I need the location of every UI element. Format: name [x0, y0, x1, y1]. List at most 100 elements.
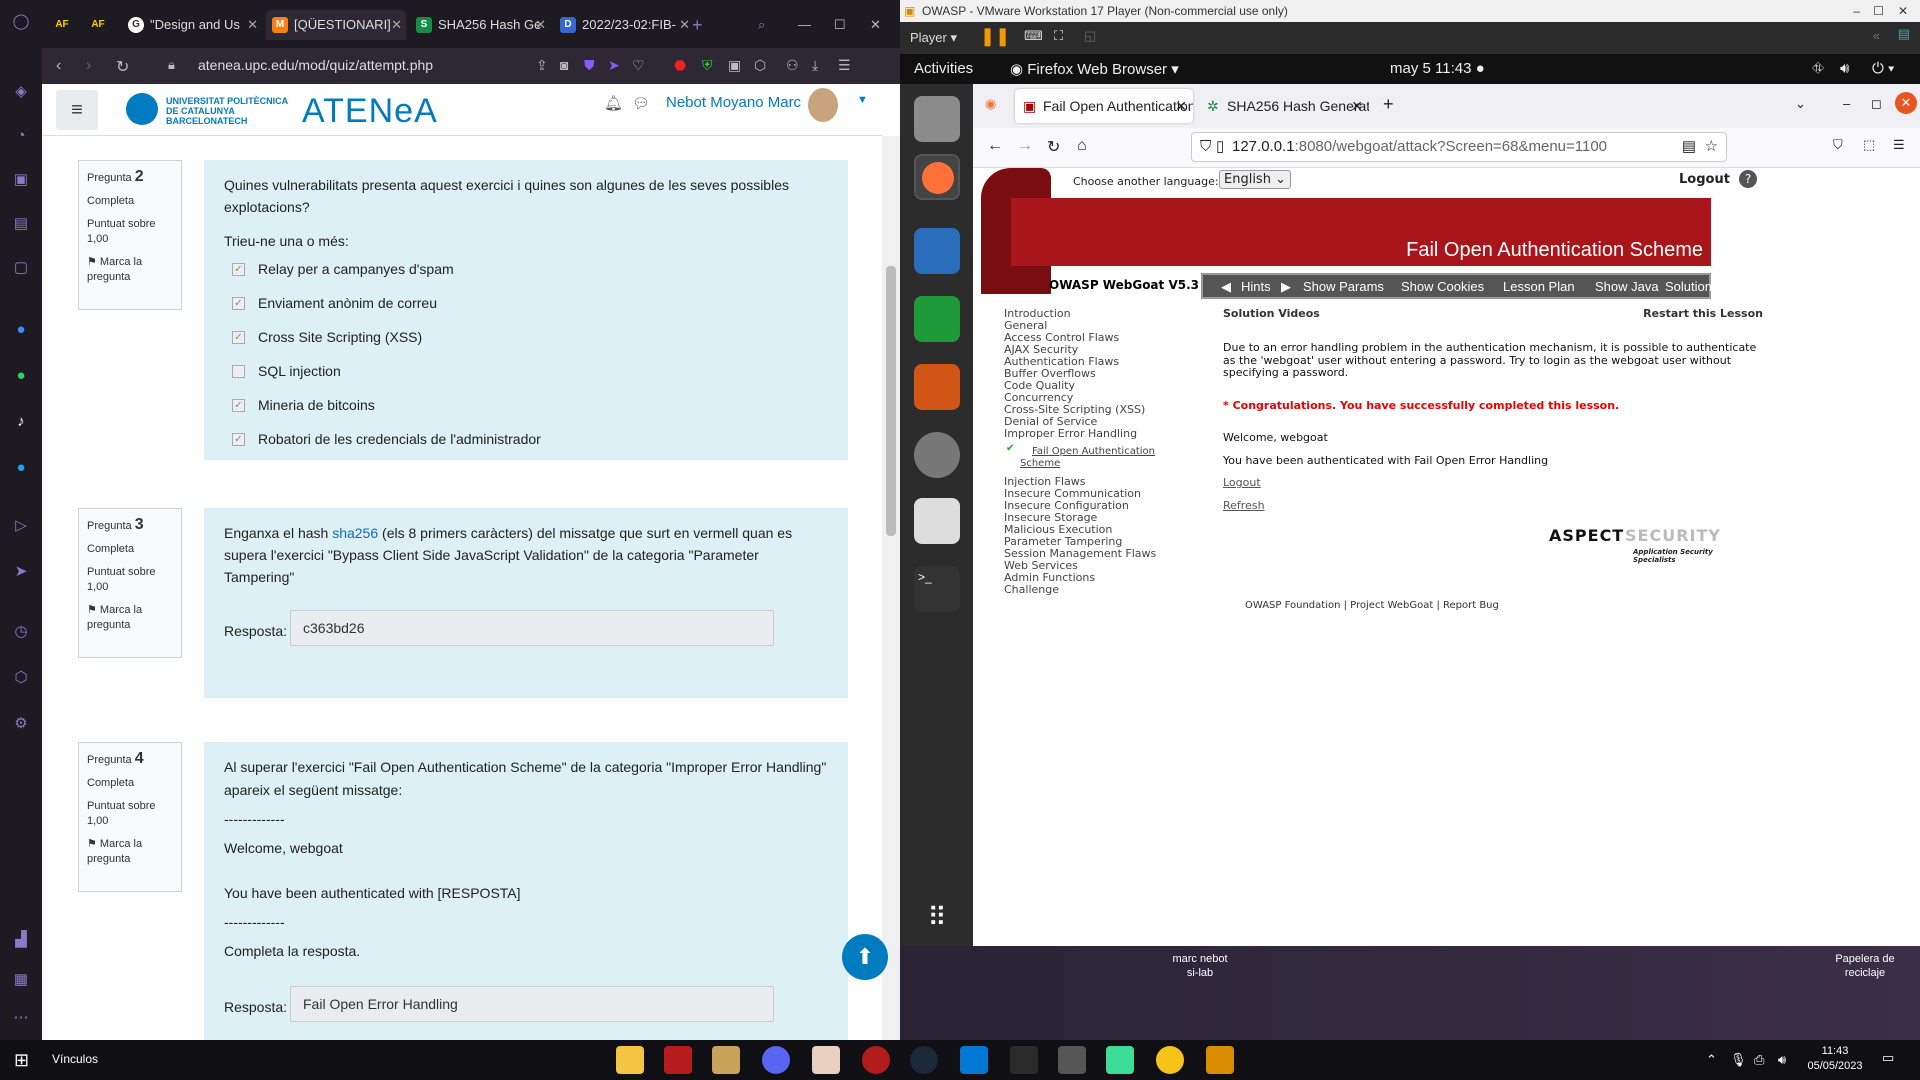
activities-button[interactable]: Activities — [914, 60, 973, 77]
send-keys-icon[interactable]: ⌨ — [1024, 28, 1043, 44]
menu-icon[interactable]: ☰ — [838, 57, 851, 74]
account-icon[interactable]: ⚇ — [786, 57, 799, 74]
chevron-down-icon[interactable]: ▼ — [857, 94, 868, 106]
message-icon[interactable]: ▤ — [1898, 26, 1910, 42]
extensions-icon[interactable]: ⬡ — [754, 57, 766, 74]
links-toolbar[interactable]: Vínculos — [52, 1052, 98, 1066]
flag-question[interactable]: ⚑ Marca la pregunta — [87, 255, 173, 285]
app-icon[interactable] — [1156, 1046, 1184, 1074]
vscode-icon[interactable] — [960, 1046, 988, 1074]
network-icon[interactable]: ⛗ — [1812, 60, 1824, 77]
language-select[interactable]: English ⌄ — [1219, 170, 1291, 189]
flag-question[interactable]: ⚑ Marca la pregunta — [87, 837, 173, 867]
discord-icon[interactable] — [762, 1046, 790, 1074]
home-icon[interactable]: ⌂ — [1077, 137, 1087, 155]
list-tabs-icon[interactable]: ⌄ — [1795, 96, 1806, 112]
checkbox[interactable]: ✓ — [232, 297, 245, 310]
vpn-icon[interactable]: ⛊ — [584, 57, 595, 74]
checkbox[interactable] — [232, 365, 245, 378]
send-icon[interactable]: ➤ — [11, 562, 31, 582]
minimize-icon[interactable]: – — [1853, 0, 1860, 22]
settings-icon[interactable] — [914, 432, 960, 478]
desktop-vm-label[interactable]: marc nebot si-lab — [1100, 952, 1300, 980]
back-icon[interactable]: ← — [987, 137, 1003, 155]
opera-gx-icon[interactable] — [862, 1046, 890, 1074]
close-icon[interactable]: ✕ — [535, 10, 546, 40]
menu-icon[interactable]: ☰ — [1893, 137, 1905, 153]
recycle-bin[interactable]: Papelera de reciclaje — [1820, 952, 1910, 980]
back-icon[interactable]: ‹ — [56, 57, 61, 75]
new-tab-button[interactable]: + — [684, 10, 714, 40]
send-tab-icon[interactable]: ➤ — [608, 57, 620, 74]
whatsapp-icon[interactable]: ● — [11, 366, 31, 386]
page-scrollbar[interactable] — [882, 136, 900, 1040]
close-window-icon[interactable]: ✕ — [862, 10, 892, 40]
category-item[interactable]: Challenge — [1004, 584, 1174, 596]
tray-chevron-icon[interactable]: ⌃ — [1706, 1052, 1717, 1068]
steam-icon[interactable] — [910, 1046, 938, 1074]
option-anon-mail[interactable]: ✓ Enviament anònim de correu — [224, 286, 828, 320]
hints-button[interactable]: Hints — [1241, 279, 1271, 294]
vivaldi-icon[interactable] — [664, 1046, 692, 1074]
atenea-logo[interactable]: ATENeA — [302, 92, 438, 131]
shield-icon[interactable]: ⛉ — [1200, 133, 1211, 161]
download-icon[interactable]: ⤓ — [812, 57, 818, 74]
scroll-top-button[interactable]: ⬆ — [842, 934, 888, 980]
tab-sha256[interactable]: ✲ SHA256 Hash Generator ✕ — [1199, 89, 1369, 123]
app-icon[interactable] — [812, 1046, 840, 1074]
logout-link[interactable]: Logout — [1223, 476, 1763, 490]
instagram-icon[interactable]: ▢ — [11, 258, 31, 278]
calc-icon[interactable] — [914, 296, 960, 342]
bag-icon[interactable]: ▣ — [11, 170, 31, 190]
maximize-icon[interactable]: ◻ — [1871, 96, 1882, 112]
vmware-taskbar-icon[interactable] — [1206, 1046, 1234, 1074]
settings-icon[interactable]: ⚙ — [11, 714, 31, 734]
close-icon[interactable]: ✕ — [247, 10, 258, 40]
close-icon[interactable]: ✕ — [1351, 89, 1363, 123]
extension-2-icon[interactable]: ▣ — [728, 57, 741, 74]
unity-icon[interactable]: ◱ — [1084, 28, 1096, 44]
player-menu[interactable]: Player ▾ — [910, 30, 957, 46]
app-icon[interactable] — [712, 1046, 740, 1074]
opera-logo-icon[interactable]: ◯ — [11, 12, 31, 32]
tab-fail-open[interactable]: ▣ Fail Open Authentication ✕ — [1015, 89, 1193, 123]
messenger-icon[interactable]: ● — [11, 320, 31, 340]
pause-icon[interactable]: ❚❚ — [980, 26, 1010, 47]
gallery-icon[interactable]: ▦ — [11, 970, 31, 990]
camera-icon[interactable]: ◙ — [560, 57, 568, 73]
maximize-icon[interactable]: ☐ — [826, 10, 856, 40]
answer-input[interactable]: c363bd26 — [290, 610, 774, 646]
show-params-button[interactable]: Show Params — [1303, 279, 1384, 294]
page-icon[interactable]: ▯ — [1216, 133, 1224, 161]
sidebar-app-icon[interactable]: ▟ — [11, 930, 31, 950]
forward-icon[interactable]: › — [86, 57, 91, 75]
twitter-icon[interactable]: ● — [11, 458, 31, 478]
avatar[interactable] — [808, 88, 838, 122]
tab-questionari[interactable]: M [QÜESTIONARI] ✕ — [266, 10, 406, 40]
hamburger-button[interactable]: ≡ — [56, 90, 98, 130]
app-icon[interactable] — [1106, 1046, 1134, 1074]
bell-icon[interactable]: 🔔︎ — [604, 94, 623, 112]
hints-next-icon[interactable]: ▶ — [1281, 279, 1291, 295]
tab-pinned-2[interactable]: AF — [84, 10, 118, 40]
solution-button[interactable]: Solution — [1665, 279, 1712, 294]
collapse-icon[interactable]: « — [1873, 28, 1880, 43]
extension-icon[interactable]: ⛨ — [702, 57, 713, 74]
files-icon[interactable] — [914, 96, 960, 142]
checkbox[interactable]: ✓ — [232, 331, 245, 344]
new-tab-button[interactable]: + — [1383, 94, 1394, 115]
url-field[interactable]: ⛉ ▯ 127.0.0.1:8080/webgoat/attack?Screen=6… — [1191, 132, 1727, 162]
network-icon[interactable]: ⎙ — [1754, 1052, 1764, 1068]
user-name[interactable]: Nebot Moyano Marc — [666, 94, 801, 111]
reload-icon[interactable]: ↻ — [1047, 137, 1060, 157]
aspect-security-logo[interactable]: ASPECT SECURITY Application Security Spe… — [1549, 524, 1720, 564]
option-xss[interactable]: ✓ Cross Site Scripting (XSS) — [224, 320, 828, 354]
extensions-icon[interactable]: ⬚ — [1863, 137, 1875, 153]
answer-input[interactable]: Fail Open Error Handling — [290, 986, 774, 1022]
volume-icon[interactable]: 🔊︎ — [1778, 1052, 1786, 1068]
maximize-icon[interactable]: ☐ — [1873, 0, 1884, 22]
writer-icon[interactable] — [914, 228, 960, 274]
twitch-icon[interactable]: ▤ — [11, 214, 31, 234]
option-admin-creds[interactable]: ✓ Robatori de les credencials de l'admini… — [224, 422, 828, 456]
apps-grid-icon[interactable]: ⠿ — [914, 894, 960, 940]
